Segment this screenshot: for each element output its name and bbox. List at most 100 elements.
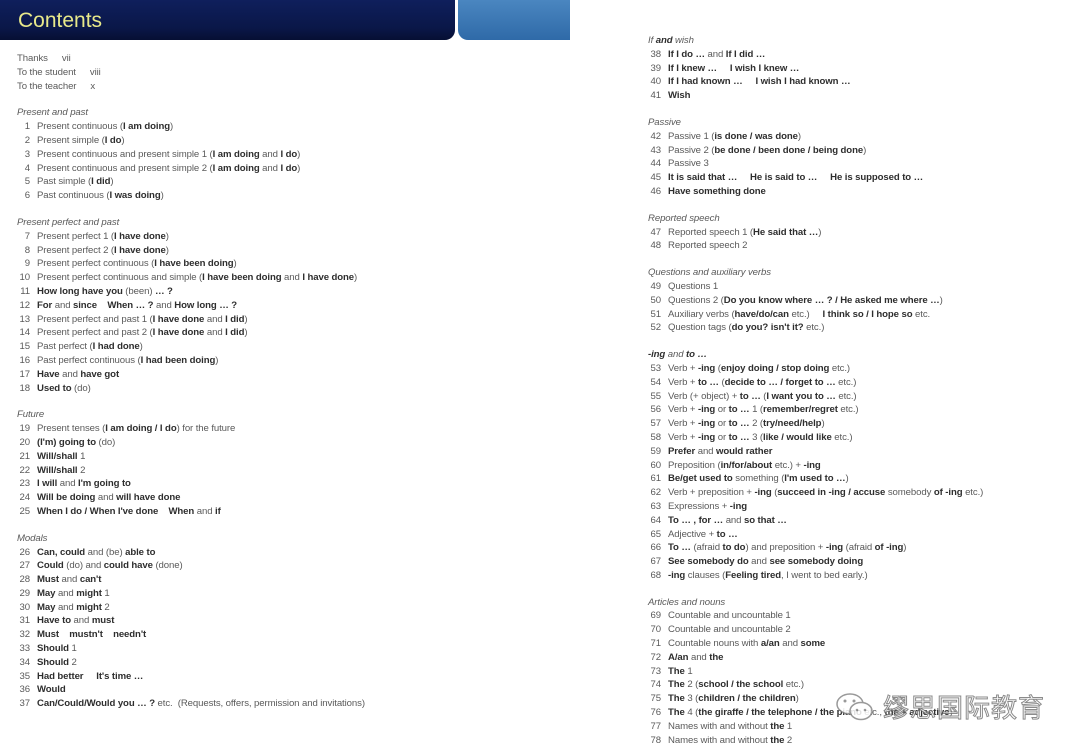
bold-text: to …	[686, 349, 707, 361]
bold-text: see somebody doing	[769, 556, 864, 568]
section-heading: -ing and to …	[648, 348, 983, 362]
bold-text: is done / was done	[714, 130, 798, 142]
bold-text: have got	[80, 368, 120, 380]
unit-number: 62	[650, 487, 662, 499]
wechat-icon	[836, 692, 873, 720]
unit-number: 78	[650, 734, 662, 746]
bold-text: The	[668, 707, 685, 719]
page-number: viii	[89, 66, 101, 78]
text: Preposition (	[668, 459, 721, 471]
bold-text: Would	[37, 684, 66, 696]
text: )	[818, 226, 822, 238]
bold-text: Feeling tired	[725, 569, 781, 581]
text: and	[259, 162, 281, 174]
unit-entry: 60 Preposition (in/for/about etc.) + -ing	[648, 459, 983, 473]
unit-number: 16	[19, 354, 31, 366]
text: )	[215, 354, 219, 366]
bold-text: could have	[103, 560, 153, 572]
text: Expressions +	[668, 500, 730, 512]
unit-entry: 5 Past simple (I did)	[17, 175, 365, 189]
text: Auxiliary verbs (	[668, 308, 735, 320]
text: 2 (	[749, 418, 764, 430]
unit-number: 75	[650, 693, 662, 705]
text: Reported speech 2	[668, 240, 748, 252]
bold-text: do you? isn't it?	[731, 322, 804, 334]
unit-number: 37	[19, 698, 31, 710]
text: and	[704, 48, 726, 60]
unit-number: 64	[650, 514, 662, 526]
bold-text: -ing	[697, 418, 716, 430]
text: Present and past	[17, 107, 88, 119]
unit-entry: 59 Prefer and would rather	[648, 445, 983, 459]
unit-number: 60	[650, 459, 662, 471]
text: somebody	[885, 487, 934, 499]
text: Future	[17, 409, 45, 421]
text: )	[297, 148, 301, 160]
bold-text: The	[668, 665, 685, 677]
text: Present simple (	[37, 134, 105, 146]
bold-text: -ing	[729, 500, 747, 512]
unit-number: 76	[650, 707, 662, 719]
bold-text: Wish	[668, 90, 691, 102]
unit-entry: 25 When I do / When I've done When and if	[17, 505, 365, 519]
unit-entry: 8 Present perfect 2 (I have done)	[17, 244, 365, 258]
bold-text: of -ing	[933, 487, 963, 499]
text: and (be)	[85, 546, 126, 558]
unit-number: 5	[24, 176, 30, 188]
text: Countable and uncountable 1	[668, 610, 791, 622]
unit-entry: 65 Adjective + to …	[648, 528, 983, 542]
text: Present perfect 1 (	[37, 230, 115, 242]
text: (do)	[71, 382, 91, 394]
unit-entry: 67 See somebody do and see somebody doing	[648, 555, 983, 569]
text: )	[169, 121, 174, 133]
unit-entry: 62 Verb + preposition + -ing (succeed in …	[648, 486, 984, 500]
unit-entry: 37 Can/Could/Would you … ? etc. (Requests…	[17, 697, 366, 711]
text: )	[354, 272, 358, 284]
bold-text: Prefer	[668, 445, 696, 457]
bold-text: since	[73, 299, 98, 311]
text: Question tags (	[668, 322, 732, 334]
text: )	[845, 473, 849, 485]
bold-text: be done / been done / being done	[714, 144, 864, 156]
text: etc.)	[803, 322, 825, 334]
unit-entry: 6 Past continuous (I was doing)	[17, 189, 365, 203]
text: and	[52, 299, 73, 311]
bold-text: Should	[37, 656, 69, 668]
section-heading: If and wish	[648, 34, 983, 48]
bold-text: some	[800, 638, 826, 650]
unit-entry: 32 Must mustn't needn't	[17, 628, 365, 642]
text: 2 (	[684, 679, 699, 691]
text: Verb + preposition +	[668, 487, 755, 499]
unit-entry: 18 Used to (do)	[17, 382, 365, 396]
text: )	[797, 130, 801, 142]
text: (do)	[95, 436, 116, 448]
unit-number: 20	[19, 436, 31, 448]
unit-number: 26	[19, 546, 31, 558]
text: and	[70, 615, 92, 627]
unit-number: 2	[24, 134, 30, 146]
unit-entry: 23 I will and I'm going to	[17, 477, 365, 491]
bold-text: in/for/about	[720, 459, 773, 471]
text: )	[160, 190, 164, 202]
text: and	[55, 601, 77, 613]
unit-entry: 51 Auxiliary verbs (have/do/can etc.) I t…	[648, 308, 983, 322]
unit-entry: 68 -ing clauses (Feeling tired, I went to…	[648, 569, 983, 583]
unit-number: 24	[19, 492, 31, 504]
text: Past perfect (	[37, 341, 93, 353]
bold-text: Had better It's time …	[37, 670, 144, 682]
unit-number: 55	[650, 390, 662, 402]
unit-entry: 16 Past perfect continuous (I had been do…	[17, 354, 365, 368]
bold-text: To …	[668, 542, 691, 554]
unit-number: 13	[19, 313, 31, 325]
bold-text: I have done	[114, 230, 166, 242]
unit-number: 49	[650, 280, 662, 292]
text: Reported speech	[648, 212, 720, 224]
page-number: vii	[61, 53, 71, 64]
unit-number: 77	[650, 720, 662, 732]
bold-text: To … , for …	[668, 514, 724, 526]
text: )	[903, 542, 907, 554]
text: Past simple (	[37, 176, 92, 188]
text: and	[57, 478, 79, 490]
text: 1 (	[749, 404, 764, 416]
unit-number: 3	[24, 148, 30, 160]
